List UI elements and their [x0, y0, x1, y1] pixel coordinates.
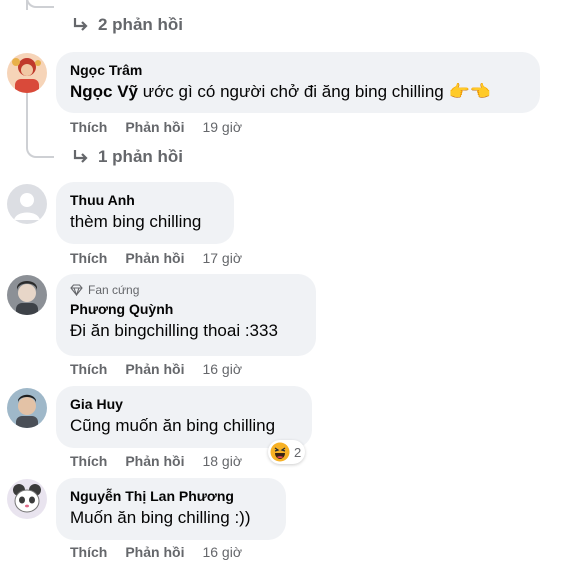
reply-arrow-icon — [73, 150, 88, 163]
like-button[interactable]: Thích — [70, 249, 107, 267]
like-button[interactable]: Thích — [70, 452, 107, 470]
avatar[interactable] — [7, 388, 47, 428]
comment-actions: Thích Phản hồi 16 giờ — [70, 360, 242, 378]
thread-line — [26, 93, 28, 148]
comment-author[interactable]: Thuu Anh — [70, 191, 220, 209]
comment-text: ước gì có người chở đi ăng bing chilling — [138, 82, 449, 101]
comment-time[interactable]: 19 giờ — [202, 118, 242, 136]
comment-bubble: Gia Huy Cũng muốn ăn bing chilling — [56, 386, 312, 448]
view-replies-label: 1 phản hồi — [98, 147, 183, 166]
fan-badge: Fan cứng — [70, 282, 302, 298]
comment-text: thèm bing chilling — [70, 212, 202, 231]
thread-curve — [26, 144, 54, 158]
comment-actions: Thích Phản hồi 17 giờ — [70, 249, 242, 267]
reaction-summary[interactable]: 2 — [268, 440, 306, 464]
comment-time[interactable]: 17 giờ — [202, 249, 242, 267]
comment-actions: Thích Phản hồi 16 giờ — [70, 543, 242, 561]
like-button[interactable]: Thích — [70, 118, 107, 136]
like-button[interactable]: Thích — [70, 360, 107, 378]
reaction-count: 2 — [294, 444, 302, 460]
reply-button[interactable]: Phản hồi — [125, 249, 184, 267]
reply-button[interactable]: Phản hồi — [125, 118, 184, 136]
comment-author[interactable]: Phương Quỳnh — [70, 300, 302, 318]
avatar[interactable] — [7, 184, 47, 224]
view-replies-label: 2 phản hồi — [98, 15, 183, 34]
mention-link[interactable]: Ngọc Vỹ — [70, 82, 138, 101]
comment-author[interactable]: Nguyễn Thị Lan Phương — [70, 487, 272, 505]
comment-time[interactable]: 16 giờ — [202, 543, 242, 561]
reply-button[interactable]: Phản hồi — [125, 360, 184, 378]
comment-time[interactable]: 16 giờ — [202, 360, 242, 378]
haha-reaction-icon — [270, 442, 290, 462]
avatar[interactable] — [7, 275, 47, 315]
view-replies-link[interactable]: 2 phản hồi — [72, 15, 183, 35]
thread-curve — [26, 0, 54, 8]
view-replies-link[interactable]: 1 phản hồi — [72, 147, 183, 167]
comment-author[interactable]: Gia Huy — [70, 395, 298, 413]
avatar[interactable] — [7, 479, 47, 519]
reply-button[interactable]: Phản hồi — [125, 452, 184, 470]
comment-text: Đi ăn bingchilling thoai :333 — [70, 321, 278, 340]
diamond-icon — [70, 284, 83, 296]
like-button[interactable]: Thích — [70, 543, 107, 561]
comment-bubble: Ngọc Trâm Ngọc Vỹ ước gì có người chở đi… — [56, 52, 540, 113]
comment-time[interactable]: 18 giờ — [202, 452, 242, 470]
comment-text: Cũng muốn ăn bing chilling — [70, 416, 276, 435]
avatar[interactable] — [7, 53, 47, 93]
pointing-fingers-emoji: 👉👈 — [448, 82, 491, 101]
reply-arrow-icon — [73, 18, 88, 31]
comment-actions: Thích Phản hồi 19 giờ — [70, 118, 242, 136]
comment-actions: Thích Phản hồi 18 giờ — [70, 452, 242, 470]
comment-bubble: Fan cứng Phương Quỳnh Đi ăn bingchilling… — [56, 274, 316, 356]
comment-bubble: Thuu Anh thèm bing chilling — [56, 182, 234, 244]
reply-button[interactable]: Phản hồi — [125, 543, 184, 561]
comment-bubble: Nguyễn Thị Lan Phương Muốn ăn bing chill… — [56, 478, 286, 540]
comment-text: Muốn ăn bing chilling :)) — [70, 508, 251, 527]
fan-badge-label: Fan cứng — [88, 283, 140, 297]
comment-author[interactable]: Ngọc Trâm — [70, 61, 526, 79]
